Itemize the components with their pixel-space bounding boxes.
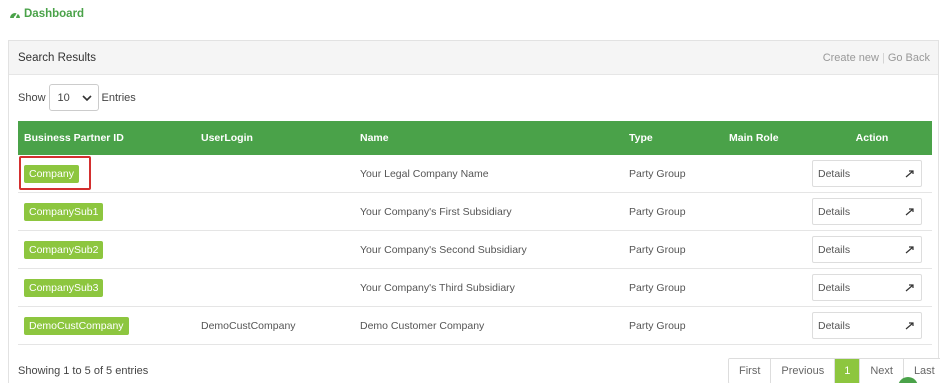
page-length-select[interactable]: 10 (48, 84, 99, 111)
link-separator: | (881, 52, 885, 64)
next-page-button[interactable]: Next (860, 359, 904, 383)
partner-id-badge[interactable]: CompanySub2 (24, 240, 104, 259)
column-header-action: Action (855, 132, 889, 144)
type-cell: Party Group (629, 281, 686, 294)
name-cell: Your Company's Third Subsidiary (360, 281, 515, 294)
column-header-name[interactable]: Name (354, 132, 623, 144)
name-cell: Your Company's Second Subsidiary (360, 243, 527, 256)
action-select[interactable]: Details (812, 198, 922, 225)
results-table: Business Partner ID UserLogin Name Type … (18, 121, 932, 345)
type-cell: Party Group (629, 167, 686, 180)
expand-arrow-icon (905, 283, 914, 291)
column-header-partner-id[interactable]: Business Partner ID (18, 132, 195, 144)
breadcrumb-label[interactable]: Dashboard (24, 8, 84, 20)
type-cell: Party Group (629, 205, 686, 218)
breadcrumb[interactable]: Dashboard (9, 8, 84, 20)
column-header-type[interactable]: Type (623, 132, 723, 144)
action-select[interactable]: Details (812, 236, 922, 263)
create-new-link[interactable]: Create new (823, 52, 879, 64)
expand-arrow-icon (905, 169, 914, 177)
action-select[interactable]: Details (812, 160, 922, 187)
action-select[interactable]: Details (812, 312, 922, 339)
panel-header: Search Results Create new | Go Back (9, 41, 938, 75)
userlogin-cell: DemoCustCompany (201, 319, 296, 332)
current-page-button[interactable]: 1 (835, 359, 861, 383)
panel-title: Search Results (18, 52, 96, 64)
type-cell: Party Group (629, 319, 686, 332)
type-cell: Party Group (629, 243, 686, 256)
chevron-down-icon (81, 94, 92, 101)
partner-id-badge[interactable]: DemoCustCompany (24, 316, 129, 335)
search-results-panel: Search Results Create new | Go Back Show 1… (8, 40, 940, 383)
dashboard-icon (10, 12, 20, 19)
expand-arrow-icon (905, 245, 914, 253)
first-page-button[interactable]: First (729, 359, 772, 383)
previous-page-button[interactable]: Previous (771, 359, 836, 383)
action-select[interactable]: Details (812, 274, 922, 301)
expand-arrow-icon (905, 207, 914, 215)
table-header: Business Partner ID UserLogin Name Type … (18, 121, 932, 155)
entries-label: Entries (101, 91, 136, 104)
panel-links: Create new | Go Back (823, 52, 930, 64)
column-header-main-role[interactable]: Main Role (723, 132, 812, 144)
go-back-link[interactable]: Go Back (888, 52, 930, 64)
expand-arrow-icon (905, 321, 914, 329)
table-row: CompanySub3 Your Company's Third Subsidi… (18, 269, 932, 307)
action-select-label: Details (818, 243, 851, 256)
name-cell: Demo Customer Company (360, 319, 485, 332)
table-row: Company Your Legal Company Name Party Gr… (18, 155, 932, 193)
action-select-label: Details (818, 281, 851, 294)
table-row: DemoCustCompany DemoCustCompany Demo Cus… (18, 307, 932, 345)
table-row: CompanySub2 Your Company's Second Subsid… (18, 231, 932, 269)
table-row: CompanySub1 Your Company's First Subsidi… (18, 193, 932, 231)
name-cell: Your Legal Company Name (360, 167, 489, 180)
partner-id-badge[interactable]: CompanySub3 (24, 278, 104, 297)
name-cell: Your Company's First Subsidiary (360, 205, 512, 218)
partner-id-badge[interactable]: CompanySub1 (24, 202, 104, 221)
table-info: Showing 1 to 5 of 5 entries (18, 365, 149, 377)
page-length-control: Show 10 Entries (18, 84, 136, 111)
page-length-value: 10 (57, 91, 70, 104)
top-bar: Dashboard (0, 0, 940, 31)
action-select-label: Details (818, 205, 851, 218)
action-select-label: Details (818, 167, 851, 180)
highlight-box (19, 156, 91, 190)
column-header-userlogin[interactable]: UserLogin (195, 132, 354, 144)
show-label: Show (18, 91, 46, 104)
action-select-label: Details (818, 319, 851, 332)
